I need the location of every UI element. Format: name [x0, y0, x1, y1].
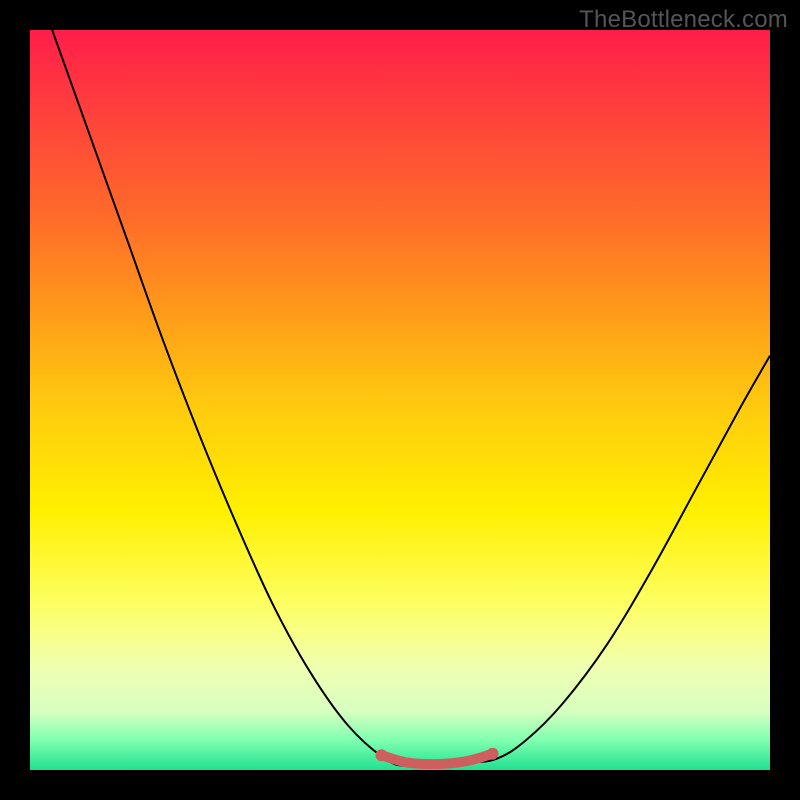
chart-plot-area	[30, 30, 770, 770]
optimal-range-accent	[382, 754, 493, 764]
accent-endpoint-left	[376, 749, 388, 761]
accent-endpoint-right	[487, 748, 499, 760]
chart-svg	[30, 30, 770, 770]
bottleneck-curve	[52, 30, 770, 767]
